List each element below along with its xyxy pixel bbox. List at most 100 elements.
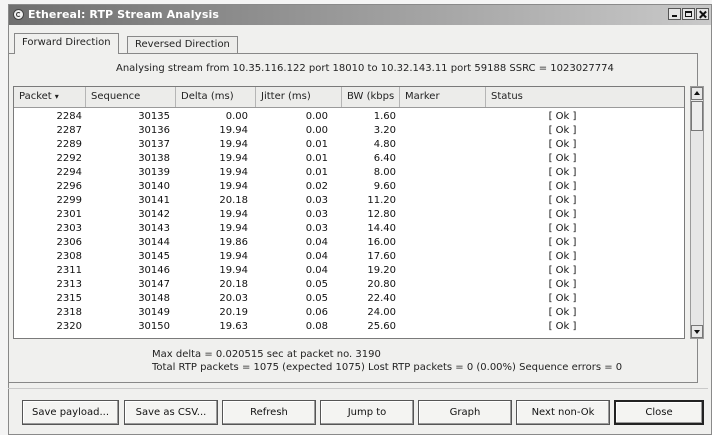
cell-packet: 2289 xyxy=(56,139,82,150)
graph-button[interactable]: Graph xyxy=(418,400,512,425)
cell-packet: 2287 xyxy=(56,125,82,136)
cell-delta: 19.94 xyxy=(219,209,248,220)
column-header-bw[interactable]: BW (kbps xyxy=(342,87,400,107)
cell-bw: 17.60 xyxy=(367,251,396,262)
table-row[interactable]: 2289 30137 19.94 0.01 4.80 [ Ok ] xyxy=(14,139,684,151)
cell-packet: 2299 xyxy=(56,195,82,206)
table-vertical-scrollbar[interactable] xyxy=(690,86,704,339)
tab-forward-direction[interactable]: Forward Direction xyxy=(14,33,119,54)
button-row-separator xyxy=(8,388,708,389)
table-row[interactable]: 2306 30144 19.86 0.04 16.00 [ Ok ] xyxy=(14,237,684,249)
cell-jitter: 0.01 xyxy=(305,153,328,164)
scroll-down-icon[interactable] xyxy=(691,325,703,338)
next-non-ok-button[interactable]: Next non-Ok xyxy=(516,400,610,425)
cell-delta: 20.19 xyxy=(219,307,248,318)
cell-sequence: 30148 xyxy=(138,293,170,304)
column-header-jitter[interactable]: Jitter (ms) xyxy=(256,87,342,107)
column-header-packet[interactable]: Packet ▾ xyxy=(14,87,86,107)
cell-sequence: 30139 xyxy=(138,167,170,178)
table-row[interactable]: 2311 30146 19.94 0.04 19.20 [ Ok ] xyxy=(14,265,684,277)
cell-sequence: 30138 xyxy=(138,153,170,164)
cell-bw: 1.60 xyxy=(373,111,396,122)
cell-jitter: 0.03 xyxy=(305,209,328,220)
refresh-button[interactable]: Refresh xyxy=(222,400,316,425)
table-row[interactable]: 2296 30140 19.94 0.02 9.60 [ Ok ] xyxy=(14,181,684,193)
save-as-csv-button[interactable]: Save as CSV... xyxy=(124,400,218,425)
cell-jitter: 0.01 xyxy=(305,167,328,178)
table-row[interactable]: 2315 30148 20.03 0.05 22.40 [ Ok ] xyxy=(14,293,684,305)
cell-bw: 11.20 xyxy=(367,195,396,206)
column-header-status[interactable]: Status xyxy=(486,87,684,107)
cell-packet: 2303 xyxy=(56,223,82,234)
column-header-delta[interactable]: Delta (ms) xyxy=(176,87,256,107)
column-header-marker[interactable]: Marker xyxy=(400,87,486,107)
cell-packet: 2284 xyxy=(56,111,82,122)
table-row[interactable]: 2294 30139 19.94 0.01 8.00 [ Ok ] xyxy=(14,167,684,179)
cell-sequence: 30146 xyxy=(138,265,170,276)
table-row[interactable]: 2313 30147 20.18 0.05 20.80 [ Ok ] xyxy=(14,279,684,291)
cell-status: [ Ok ] xyxy=(548,125,577,136)
table-row[interactable]: 2299 30141 20.18 0.03 11.20 [ Ok ] xyxy=(14,195,684,207)
save-payload-button[interactable]: Save payload... xyxy=(22,400,119,425)
analysing-stream-label: Analysing stream from 10.35.116.122 port… xyxy=(116,63,614,74)
column-header-packet-label: Packet xyxy=(19,91,52,102)
scrollbar-thumb[interactable] xyxy=(691,101,703,131)
cell-packet: 2296 xyxy=(56,181,82,192)
table-row[interactable]: 2287 30136 19.94 0.00 3.20 [ Ok ] xyxy=(14,125,684,137)
cell-status: [ Ok ] xyxy=(548,167,577,178)
cell-bw: 20.80 xyxy=(367,279,396,290)
close-window-icon[interactable] xyxy=(696,8,709,20)
cell-delta: 0.00 xyxy=(225,111,248,122)
cell-bw: 8.00 xyxy=(373,167,396,178)
totals-summary: Total RTP packets = 1075 (expected 1075)… xyxy=(152,362,623,373)
minimize-icon[interactable] xyxy=(668,8,681,20)
cell-status: [ Ok ] xyxy=(548,111,577,122)
caption-buttons xyxy=(667,8,709,20)
table-row[interactable]: 2320 30150 19.63 0.08 25.60 [ Ok ] xyxy=(14,321,684,333)
cell-delta: 19.94 xyxy=(219,251,248,262)
column-header-sequence[interactable]: Sequence xyxy=(86,87,176,107)
cell-status: [ Ok ] xyxy=(548,307,577,318)
cell-delta: 19.94 xyxy=(219,139,248,150)
cell-packet: 2320 xyxy=(56,321,82,332)
table-row[interactable]: 2318 30149 20.19 0.06 24.00 [ Ok ] xyxy=(14,307,684,319)
jump-to-button[interactable]: Jump to xyxy=(320,400,414,425)
table-row[interactable]: 2301 30142 19.94 0.03 12.80 [ Ok ] xyxy=(14,209,684,221)
table-row[interactable]: 2284 30135 0.00 0.00 1.60 [ Ok ] xyxy=(14,111,684,123)
cell-delta: 20.18 xyxy=(219,195,248,206)
cell-bw: 19.20 xyxy=(367,265,396,276)
cell-delta: 19.94 xyxy=(219,265,248,276)
cell-status: [ Ok ] xyxy=(548,153,577,164)
cell-jitter: 0.04 xyxy=(305,265,328,276)
cell-delta: 20.18 xyxy=(219,279,248,290)
table-row[interactable]: 2292 30138 19.94 0.01 6.40 [ Ok ] xyxy=(14,153,684,165)
cell-sequence: 30136 xyxy=(138,125,170,136)
cell-packet: 2318 xyxy=(56,307,82,318)
window-title: Ethereal: RTP Stream Analysis xyxy=(28,8,219,21)
table-row[interactable]: 2303 30143 19.94 0.03 14.40 [ Ok ] xyxy=(14,223,684,235)
cell-status: [ Ok ] xyxy=(548,237,577,248)
cell-bw: 24.00 xyxy=(367,307,396,318)
cell-jitter: 0.08 xyxy=(305,321,328,332)
cell-sequence: 30142 xyxy=(138,209,170,220)
cell-jitter: 0.05 xyxy=(305,293,328,304)
cell-jitter: 0.04 xyxy=(305,251,328,262)
scroll-up-icon[interactable] xyxy=(691,87,703,100)
cell-status: [ Ok ] xyxy=(548,139,577,150)
cell-sequence: 30141 xyxy=(138,195,170,206)
cell-bw: 12.80 xyxy=(367,209,396,220)
table-row[interactable]: 2308 30145 19.94 0.04 17.60 [ Ok ] xyxy=(14,251,684,263)
cell-bw: 3.20 xyxy=(373,125,396,136)
cell-sequence: 30137 xyxy=(138,139,170,150)
maximize-icon[interactable] xyxy=(682,8,695,20)
max-delta-summary: Max delta = 0.020515 sec at packet no. 3… xyxy=(152,349,381,360)
close-button[interactable]: Close xyxy=(614,400,704,425)
table-header: Packet ▾ Sequence Delta (ms) Jitter (ms) … xyxy=(14,87,684,108)
cell-delta: 19.94 xyxy=(219,153,248,164)
cell-status: [ Ok ] xyxy=(548,209,577,220)
cell-packet: 2311 xyxy=(56,265,82,276)
sort-descending-icon: ▾ xyxy=(54,92,59,101)
cell-jitter: 0.03 xyxy=(305,195,328,206)
title-bar[interactable]: Ethereal: RTP Stream Analysis xyxy=(9,5,711,25)
tab-reversed-direction[interactable]: Reversed Direction xyxy=(127,36,238,53)
